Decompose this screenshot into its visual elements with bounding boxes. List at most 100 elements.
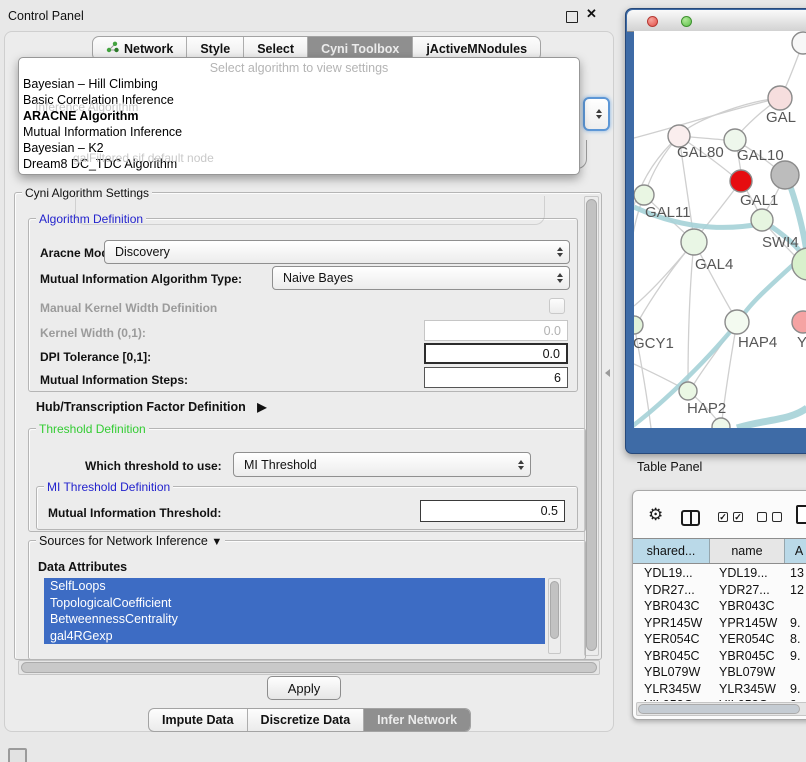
close-panel-icon[interactable]: ✕ — [586, 6, 597, 22]
table-row[interactable]: YBR045CYBR045C9. — [633, 648, 806, 665]
attribute-list-item[interactable]: SelfLoops — [44, 578, 545, 595]
node-gal1-selected[interactable] — [730, 170, 752, 192]
node-salmon[interactable] — [792, 311, 806, 333]
node-label: Y — [797, 334, 806, 351]
close-traffic-light-icon[interactable] — [647, 16, 658, 27]
mi-algorithm-type-label: Mutual Information Algorithm Type: — [40, 272, 242, 286]
minimized-panel-icon[interactable] — [8, 748, 27, 762]
node-hap2[interactable] — [679, 382, 697, 400]
control-panel-title: Control Panel — [8, 9, 84, 23]
network-graph: GAL GAL80 GAL10 GAL1 GAL11 SWI4 GAL4 GCY… — [634, 31, 806, 428]
settings-hscrollbar-thumb[interactable] — [21, 662, 597, 673]
settings-scrollbar[interactable] — [584, 196, 599, 656]
zoom-traffic-light-icon[interactable] — [681, 16, 692, 27]
node[interactable] — [792, 32, 806, 54]
which-threshold-label: Which threshold to use: — [85, 459, 222, 473]
network-view-window: GAL GAL80 GAL10 GAL1 GAL11 SWI4 GAL4 GCY… — [625, 8, 806, 454]
settings-gear-icon[interactable]: ⚙ — [648, 505, 663, 525]
combo-stepper-icon — [557, 247, 563, 257]
collapse-down-icon: ▼ — [211, 536, 222, 548]
apply-button[interactable]: Apply — [267, 676, 341, 700]
panel-splitter-arrow[interactable] — [605, 369, 610, 377]
node-label: GAL — [766, 109, 796, 126]
node-large-green[interactable] — [792, 248, 806, 280]
aracne-mode-combo[interactable]: Discovery — [104, 240, 570, 264]
tab-discretize-data[interactable]: Discretize Data — [248, 709, 365, 731]
sources-group-title[interactable]: Sources for Network Inference ▼ — [36, 534, 225, 548]
node-label: GAL4 — [695, 256, 733, 273]
tab-infer-network[interactable]: Infer Network — [364, 709, 470, 731]
mi-steps-input[interactable]: 6 — [424, 367, 568, 388]
table-hscrollbar[interactable] — [636, 702, 806, 716]
attribute-list-item[interactable]: BetweennessCentrality — [44, 611, 545, 628]
attribute-list-scrollbar-thumb[interactable] — [550, 581, 559, 639]
column-header-shared-name[interactable]: shared... — [633, 539, 710, 563]
select-all-icon[interactable]: ✓ — [733, 512, 743, 522]
node-label: GAL1 — [740, 192, 778, 209]
table-row[interactable]: YIL052CYIL052C9. — [633, 697, 806, 701]
column-layout-icon[interactable] — [681, 510, 700, 526]
popup-placeholder: Select algorithm to view settings — [19, 61, 579, 75]
kernel-width-input[interactable]: 0.0 — [424, 320, 568, 341]
network-node-labels: GAL GAL80 GAL10 GAL1 GAL11 SWI4 GAL4 GCY… — [634, 109, 806, 417]
table-row[interactable]: YBL079WYBL079W — [633, 664, 806, 681]
algorithm-option[interactable]: Bayesian – Hill Climbing — [23, 77, 158, 91]
table-row[interactable]: YPR145WYPR145W9. — [633, 615, 806, 632]
node-label: HAP4 — [738, 334, 777, 351]
node-gal11[interactable] — [634, 185, 654, 205]
attribute-list-item[interactable]: TopologicalCoefficient — [44, 595, 545, 612]
minimize-traffic-light-icon[interactable] — [664, 16, 675, 27]
table-row[interactable]: YDR27...YDR27...12 — [633, 582, 806, 599]
attribute-list-scrollbar[interactable] — [548, 578, 561, 654]
table-row[interactable]: YLR345WYLR345W9. — [633, 681, 806, 698]
tab-impute-data[interactable]: Impute Data — [149, 709, 248, 731]
attribute-list-item[interactable]: gal4RGexp — [44, 628, 545, 645]
node-gal4[interactable] — [681, 229, 707, 255]
column-header-name[interactable]: name — [710, 539, 785, 563]
algorithm-option[interactable]: Mutual Information Inference — [23, 125, 182, 139]
cyni-bottom-tabbar: Impute Data Discretize Data Infer Networ… — [148, 708, 471, 732]
which-threshold-combo[interactable]: MI Threshold — [233, 452, 531, 477]
select-all-icon[interactable]: ✓ — [718, 512, 728, 522]
combo-stepper-icon — [518, 460, 524, 470]
node-label: GAL11 — [645, 204, 691, 221]
table-hscrollbar-thumb[interactable] — [638, 704, 800, 714]
dpi-tolerance-input[interactable]: 0.0 — [424, 343, 568, 364]
node-bottom[interactable] — [712, 418, 730, 428]
network-window-titlebar[interactable] — [627, 10, 806, 32]
node-hap4[interactable] — [725, 310, 749, 334]
manual-kernel-width-checkbox[interactable] — [549, 298, 565, 314]
network-canvas[interactable]: GAL GAL80 GAL10 GAL1 GAL11 SWI4 GAL4 GCY… — [634, 31, 806, 428]
algorithm-combo-stepper-focused[interactable] — [583, 97, 610, 131]
table-header-row: shared... name A — [633, 538, 806, 564]
node-label: GCY1 — [634, 335, 674, 352]
table-panel-title: Table Panel — [637, 460, 702, 474]
node-swi4[interactable] — [751, 209, 773, 231]
node-label: GAL80 — [677, 144, 724, 161]
node-label: SWI4 — [762, 234, 799, 251]
table-row[interactable]: YER054CYER054C8. — [633, 631, 806, 648]
node-label: HAP2 — [687, 400, 726, 417]
dpi-tolerance-label: DPI Tolerance [0,1]: — [40, 350, 151, 364]
node-gal[interactable] — [768, 86, 792, 110]
document-icon[interactable] — [796, 505, 806, 524]
hub-definition-expander[interactable]: Hub/Transcription Factor Definition ▶ — [36, 400, 266, 414]
combo-stepper-icon — [557, 273, 563, 283]
deselect-all-icon[interactable] — [772, 512, 782, 522]
table-row[interactable]: YDL19...YDL19...13 — [633, 565, 806, 582]
algorithm-select-popup: Inference Algorithm galFiltered.sif defa… — [18, 57, 580, 175]
node-gray[interactable] — [771, 161, 799, 189]
mi-algorithm-type-combo[interactable]: Naive Bayes — [272, 266, 570, 290]
mi-threshold-input[interactable]: 0.5 — [420, 500, 565, 522]
mi-steps-label: Mutual Information Steps: — [40, 373, 188, 387]
settings-scrollbar-thumb[interactable] — [586, 199, 597, 651]
node-gcy1[interactable] — [634, 316, 643, 334]
threshold-definition-title: Threshold Definition — [36, 422, 149, 436]
data-attributes-label: Data Attributes — [38, 560, 127, 574]
settings-hscrollbar[interactable] — [18, 660, 600, 675]
float-panel-icon[interactable] — [566, 11, 578, 23]
ghost-combo-outline — [75, 196, 545, 225]
column-header-partial[interactable]: A — [785, 539, 806, 563]
deselect-all-icon[interactable] — [757, 512, 767, 522]
table-row[interactable]: YBR043CYBR043C — [633, 598, 806, 615]
